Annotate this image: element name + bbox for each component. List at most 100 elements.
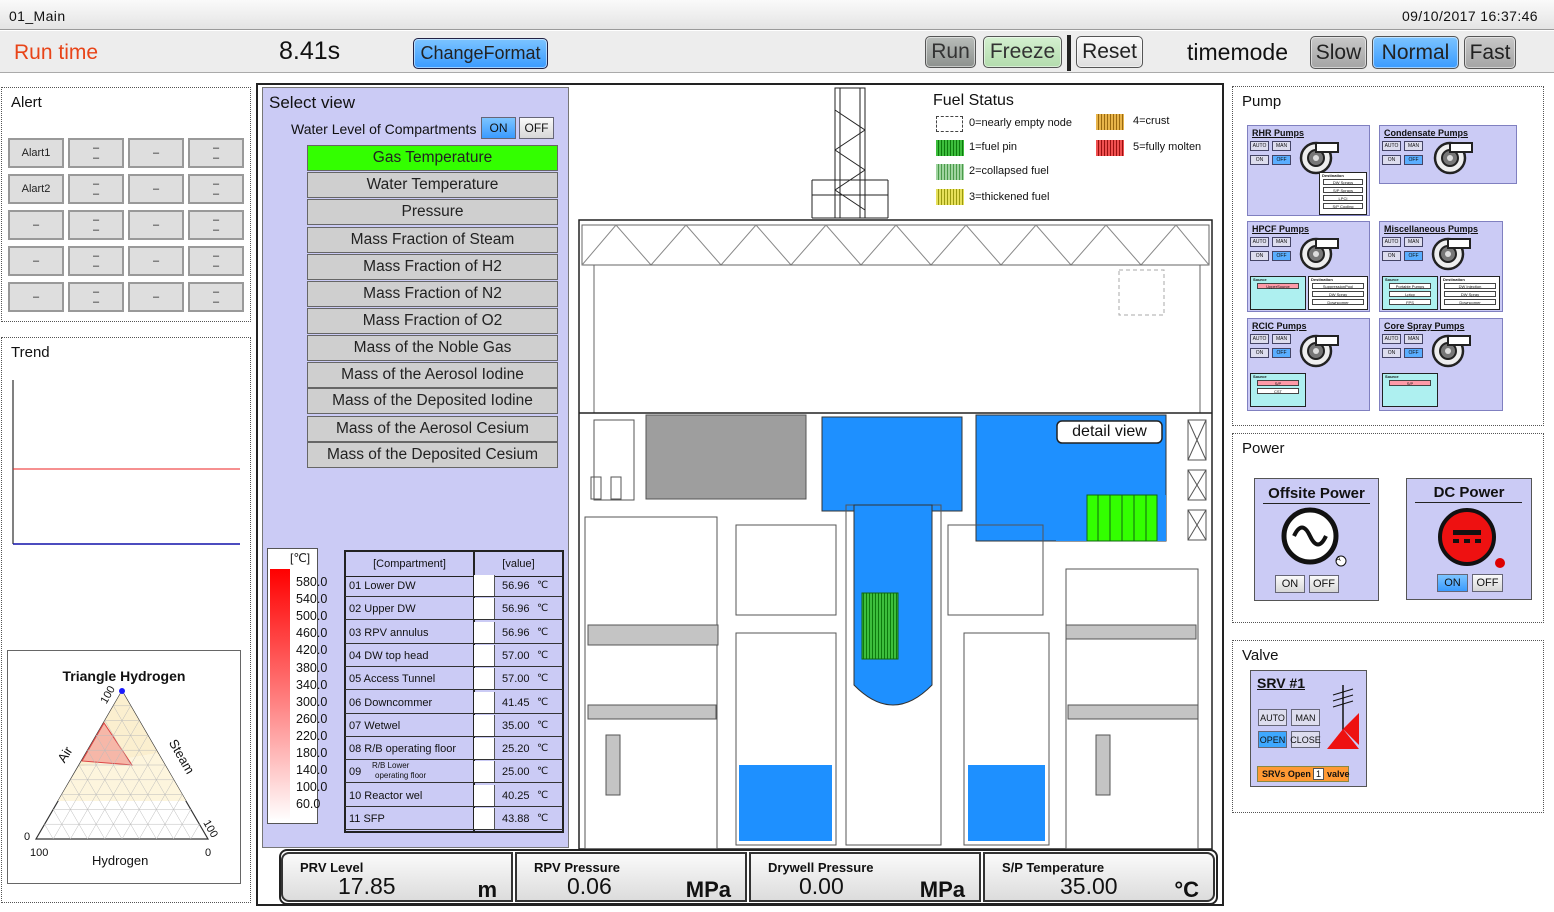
freeze-button[interactable]: Freeze <box>983 36 1062 68</box>
destination-option[interactable]: DW Sprays <box>1323 179 1363 185</box>
pump-box[interactable]: Condensate Pumps AUTO MAN ON OFF <box>1379 125 1517 184</box>
pump-man-button[interactable]: MAN <box>1404 237 1423 247</box>
run-button[interactable]: Run <box>925 36 976 68</box>
source-option[interactable]: FPS <box>1389 299 1431 305</box>
pump-auto-button[interactable]: AUTO <box>1250 141 1269 151</box>
alert-button[interactable]: – – <box>188 174 244 204</box>
pump-off-button[interactable]: OFF <box>1404 348 1423 358</box>
pump-off-button[interactable]: OFF <box>1272 251 1291 261</box>
pump-box[interactable]: Miscellaneous Pumps AUTO MAN ON OFF Destinati… <box>1379 221 1503 312</box>
view-option[interactable]: Mass Fraction of O2 <box>307 308 558 334</box>
pump-auto-button[interactable]: AUTO <box>1250 334 1269 344</box>
srv-auto-button[interactable]: AUTO <box>1258 709 1287 726</box>
view-option[interactable]: Mass Fraction of Steam <box>307 227 558 253</box>
pump-box[interactable]: RCIC Pumps AUTO MAN ON OFF Source S/P CST <box>1247 318 1370 411</box>
view-option[interactable]: Mass Fraction of N2 <box>307 281 558 307</box>
pump-auto-button[interactable]: AUTO <box>1382 141 1401 151</box>
alert-button[interactable]: – – <box>188 246 244 276</box>
source-option[interactable]: S/P <box>1389 380 1431 386</box>
alert-button[interactable]: – – <box>68 174 124 204</box>
alert-button[interactable]: – – <box>188 282 244 312</box>
srv-open-button[interactable]: OPEN <box>1258 731 1287 748</box>
destination-option[interactable]: Downcomer <box>1312 299 1364 305</box>
srv-man-button[interactable]: MAN <box>1291 709 1320 726</box>
source-option[interactable]: Lptcp <box>1389 291 1431 297</box>
destination-option[interactable]: S/P Cooling <box>1323 203 1363 209</box>
destination-option[interactable]: Downcomer <box>1444 299 1496 305</box>
alert-button[interactable]: – <box>128 210 184 240</box>
view-option[interactable]: Water Temperature <box>307 172 558 198</box>
view-option[interactable]: Pressure <box>307 199 558 225</box>
source-option[interactable]: S/P <box>1257 380 1299 386</box>
alert-button[interactable]: – – <box>188 138 244 168</box>
source-option[interactable]: CST <box>1257 388 1299 394</box>
pump-off-button[interactable]: OFF <box>1404 251 1423 261</box>
reset-button[interactable]: Reset <box>1076 36 1143 68</box>
view-option[interactable]: Mass of the Aerosol Iodine <box>307 362 558 388</box>
alert-button[interactable]: – <box>8 210 64 240</box>
alert-button[interactable]: – <box>128 282 184 312</box>
pump-on-button[interactable]: ON <box>1250 155 1269 165</box>
offsite-off-button[interactable]: OFF <box>1309 575 1339 593</box>
dc-on-button[interactable]: ON <box>1437 574 1468 592</box>
view-option[interactable]: Mass of the Noble Gas <box>307 335 558 361</box>
pump-on-button[interactable]: ON <box>1382 251 1401 261</box>
alert-button[interactable]: – – <box>68 210 124 240</box>
view-option[interactable]: Mass of the Deposited Cesium <box>307 442 558 468</box>
destination-option[interactable]: DW Spray <box>1444 291 1496 297</box>
srv-close-button[interactable]: CLOSE <box>1290 731 1321 748</box>
pump-off-button[interactable]: OFF <box>1272 348 1291 358</box>
pump-off-button[interactable]: OFF <box>1272 155 1291 165</box>
pump-name: Condensate Pumps <box>1384 128 1469 138</box>
destination-option[interactable]: SuppressionPool <box>1312 283 1364 289</box>
pump-off-button[interactable]: OFF <box>1404 155 1423 165</box>
alert-button[interactable]: – – <box>68 282 124 312</box>
pump-man-button[interactable]: MAN <box>1272 237 1291 247</box>
alert-button[interactable]: – – <box>188 210 244 240</box>
dc-off-button[interactable]: OFF <box>1472 574 1503 592</box>
pump-auto-button[interactable]: AUTO <box>1382 237 1401 247</box>
normal-button[interactable]: Normal <box>1372 36 1459 69</box>
water-level-on-button[interactable]: ON <box>481 117 516 139</box>
pump-box[interactable]: Core Spray Pumps AUTO MAN ON OFF Source S/P <box>1379 318 1503 411</box>
view-option[interactable]: Mass of the Aerosol Cesium <box>307 416 558 442</box>
pump-man-button[interactable]: MAN <box>1404 141 1423 151</box>
offsite-on-button[interactable]: ON <box>1275 575 1305 593</box>
alert-button[interactable]: – <box>128 174 184 204</box>
a-mark: A <box>1336 556 1341 563</box>
pump-auto-button[interactable]: AUTO <box>1382 334 1401 344</box>
alert-button[interactable]: – – <box>68 246 124 276</box>
pump-on-button[interactable]: ON <box>1250 348 1269 358</box>
pump-man-button[interactable]: MAN <box>1404 334 1423 344</box>
alert-button[interactable]: – <box>128 138 184 168</box>
pump-on-button[interactable]: ON <box>1382 348 1401 358</box>
source-option[interactable]: UpperSource <box>1257 283 1299 289</box>
source-option[interactable]: Portable Pumps <box>1389 283 1431 289</box>
pump-man-button[interactable]: MAN <box>1272 141 1291 151</box>
fast-button[interactable]: Fast <box>1464 36 1516 69</box>
destination-option[interactable]: DW Spray <box>1312 291 1364 297</box>
destination-option[interactable]: LPCI <box>1323 195 1363 201</box>
alert-button[interactable]: Alart2 <box>8 174 64 204</box>
pump-man-button[interactable]: MAN <box>1272 334 1291 344</box>
alert-button[interactable]: – <box>8 282 64 312</box>
view-option[interactable]: Mass of the Deposited Iodine <box>307 388 558 414</box>
alert-button[interactable]: – <box>8 246 64 276</box>
destination-option[interactable]: S/P Sprays <box>1323 187 1363 193</box>
view-option[interactable]: Mass Fraction of H2 <box>307 254 558 280</box>
alert-button[interactable]: – – <box>68 138 124 168</box>
alert-button[interactable]: Alart1 <box>8 138 64 168</box>
alert-button[interactable]: – <box>128 246 184 276</box>
view-option[interactable]: Gas Temperature <box>307 145 558 171</box>
slow-button[interactable]: Slow <box>1310 36 1367 69</box>
pump-auto-button[interactable]: AUTO <box>1250 237 1269 247</box>
destination-option[interactable]: DW Injection <box>1444 283 1496 289</box>
value-color-cell <box>474 714 495 736</box>
pump-box[interactable]: HPCF Pumps AUTO MAN ON OFF Destination Suppres… <box>1247 221 1370 312</box>
detail-view-button[interactable]: detail view <box>1057 423 1162 441</box>
pump-box[interactable]: RHR Pumps AUTO MAN ON OFF Destination DW Spray… <box>1247 125 1370 216</box>
change-format-button[interactable]: ChangeFormat <box>413 38 548 69</box>
water-level-off-button[interactable]: OFF <box>519 117 554 139</box>
pump-on-button[interactable]: ON <box>1382 155 1401 165</box>
pump-on-button[interactable]: ON <box>1250 251 1269 261</box>
